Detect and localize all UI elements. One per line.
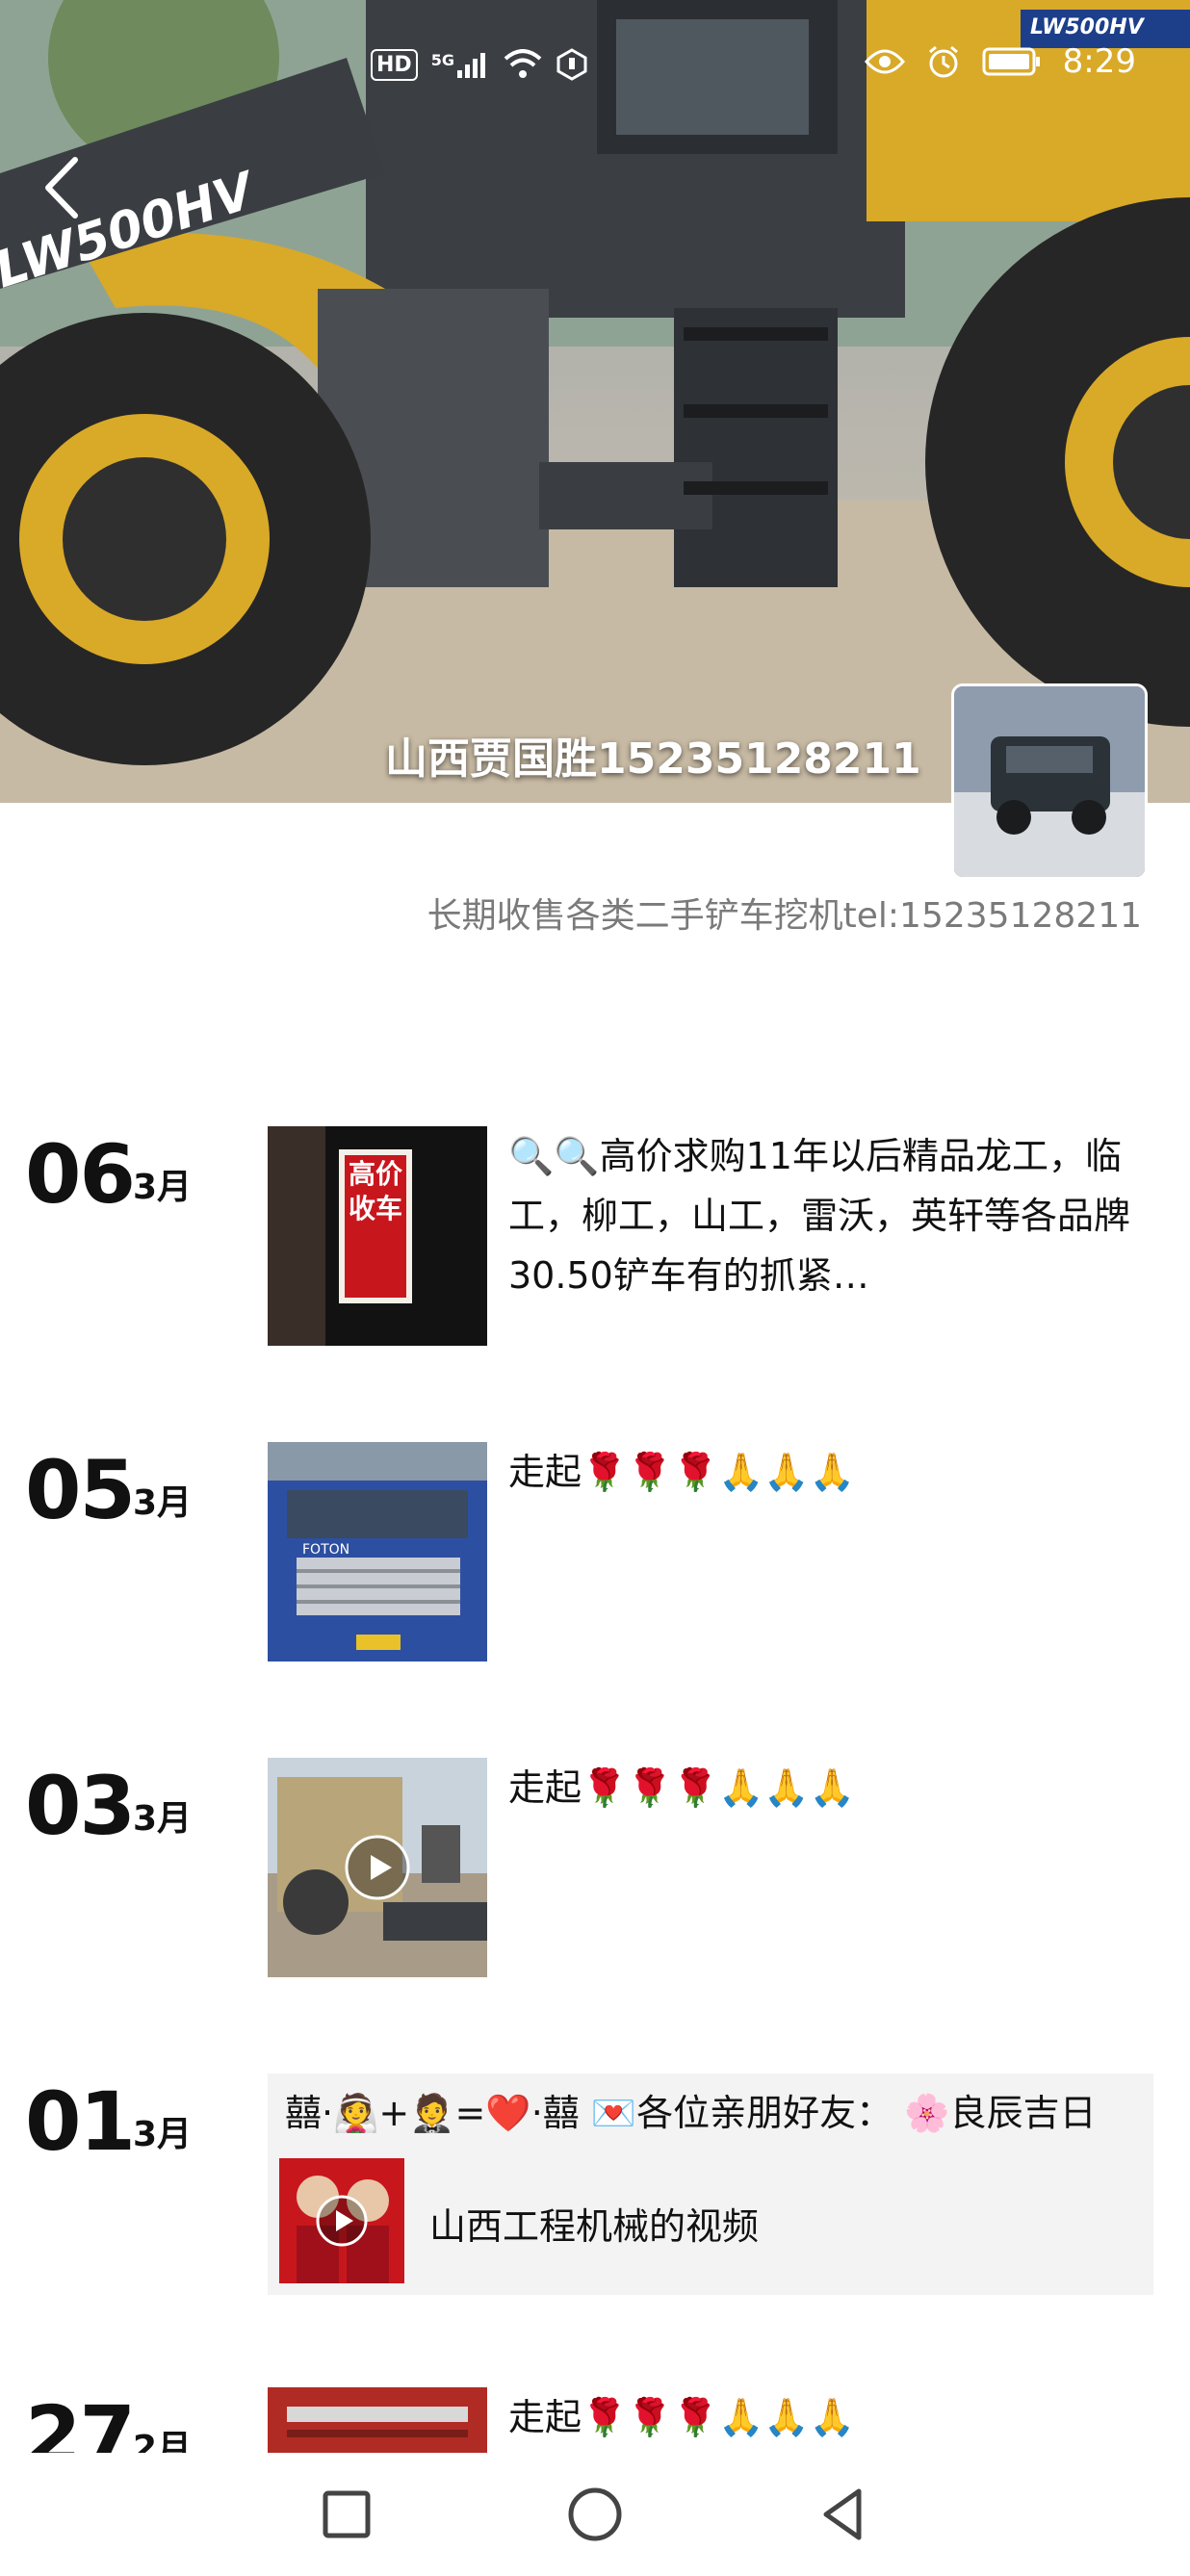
post-month: 3月 (133, 2115, 193, 2154)
alarm-icon (928, 45, 958, 78)
home-button[interactable] (556, 2476, 634, 2553)
post-month: 2月 (133, 2429, 193, 2454)
wifi-icon (504, 49, 542, 78)
status-bar: HD 5G 8:29 (0, 0, 1190, 135)
post-day: 01 (25, 2074, 136, 2169)
post-text: 走起🌹🌹🌹🙏🙏🙏 (508, 1451, 855, 1493)
system-navigation-bar (0, 2453, 1190, 2576)
post-thumbnail[interactable]: 高价收车 (268, 1126, 487, 1346)
signal-icon: 5G (431, 51, 490, 78)
shared-title: 山西工程机械的视频 (429, 2205, 760, 2248)
notification-icon (556, 48, 587, 81)
shared-video-card[interactable]: 囍·👰+🤵=❤️·囍 💌各位亲朋好友： 🌸良辰吉日 山西工程机械的视频 (268, 2074, 1153, 2295)
post-month: 3月 (133, 1168, 193, 1207)
shared-text: 囍·👰+🤵=❤️·囍 💌各位亲朋好友： 🌸良辰吉日 (285, 2092, 1097, 2134)
post-text: 走起🌹🌹🌹🙏🙏🙏 (508, 1766, 855, 1809)
post-thumbnail[interactable] (268, 2387, 487, 2453)
cover-image[interactable]: LW500HV LW500HV HD 5G 8:29 山西贾国胜15235128… (0, 0, 1190, 803)
play-icon[interactable] (344, 1834, 411, 1901)
thumb-sign-text: 高价收车 (348, 1158, 402, 1224)
video-thumbnail[interactable] (268, 1758, 487, 1977)
avatar[interactable] (951, 683, 1148, 880)
post-day: 05 (25, 1443, 136, 1537)
video-thumbnail[interactable] (279, 2158, 404, 2283)
post-text: 走起🌹🌹🌹🙏🙏🙏 (508, 2396, 855, 2438)
status-time: 8:29 (1062, 42, 1136, 81)
battery-icon (982, 47, 1040, 76)
play-icon[interactable] (315, 2194, 369, 2248)
hd-icon: HD (371, 48, 418, 81)
post-day: 06 (25, 1127, 136, 1222)
cover-name-phone: 山西贾国胜15235128211 (385, 734, 921, 784)
moment-item[interactable]: 27 2月 走起🌹🌹🌹🙏🙏🙏 (0, 2387, 1190, 2453)
back-button[interactable] (805, 2476, 882, 2553)
recent-apps-button[interactable] (308, 2476, 385, 2553)
eye-icon (864, 49, 905, 74)
thumb-brand-text: FOTON (302, 1542, 350, 1558)
profile-signature: 长期收售各类二手铲车挖机tel:15235128211 (427, 896, 1142, 936)
back-arrow-icon[interactable] (39, 154, 87, 221)
post-thumbnail[interactable]: FOTON (268, 1442, 487, 1662)
post-day: 27 (25, 2388, 136, 2453)
post-month: 3月 (133, 1483, 193, 1523)
post-day: 03 (25, 1759, 136, 1853)
post-month: 3月 (133, 1799, 193, 1839)
post-text: 🔍🔍高价求购11年以后精品龙工，临工，柳工，山工，雷沃，英轩等各品牌30.50铲… (508, 1135, 1131, 1297)
